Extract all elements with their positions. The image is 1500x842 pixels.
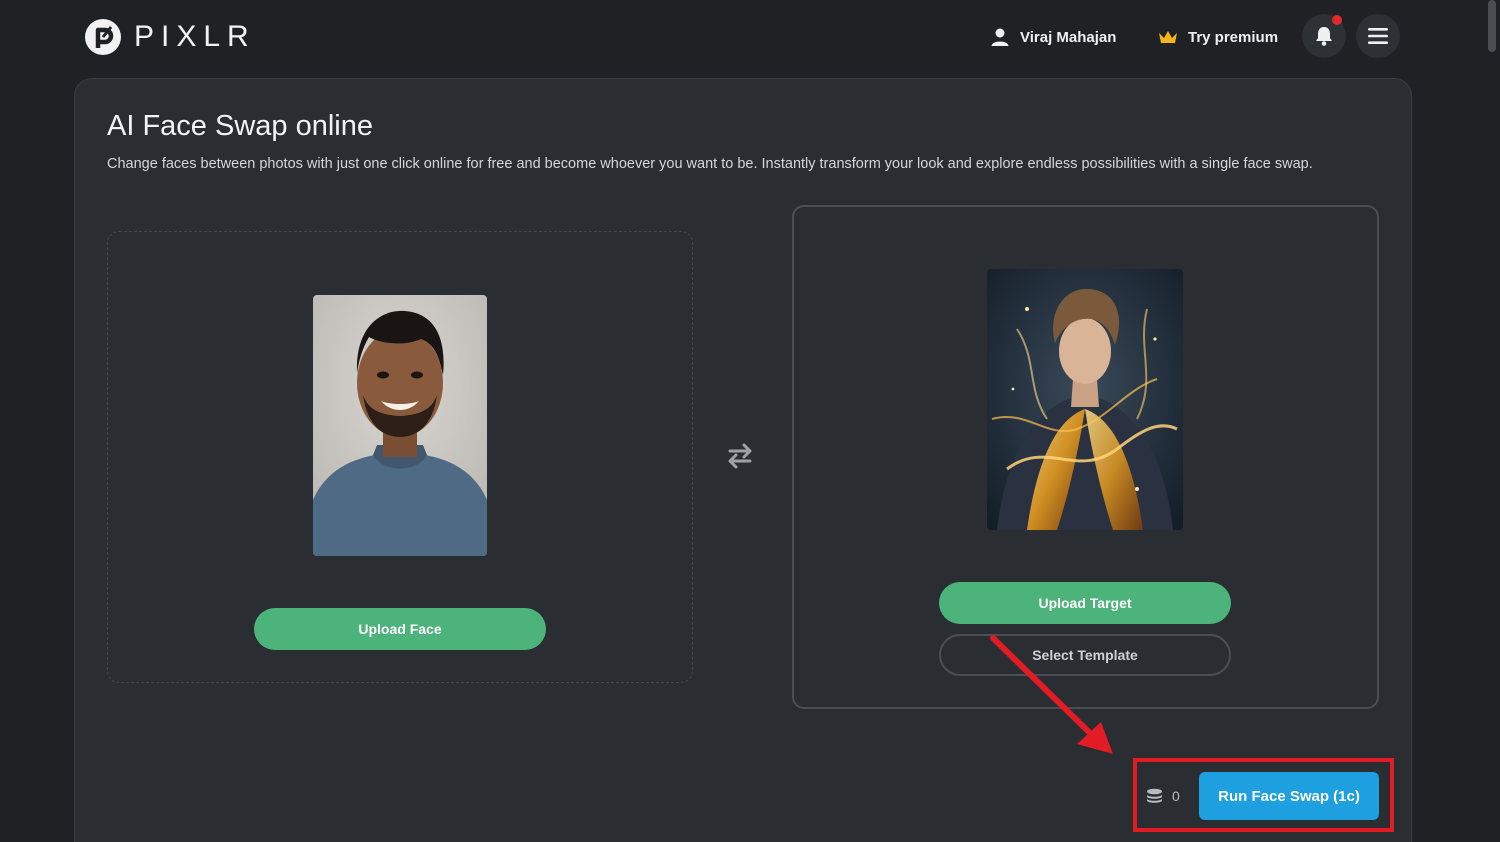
pixlr-logo-icon xyxy=(85,19,121,55)
annotation-arrow-icon xyxy=(990,635,1113,754)
upload-target-button[interactable]: Upload Target xyxy=(939,582,1231,624)
page-description: Change faces between photos with just on… xyxy=(107,156,1313,172)
premium-label: Try premium xyxy=(1188,28,1279,46)
notifications-button[interactable] xyxy=(1302,14,1346,58)
target-photo xyxy=(987,269,1183,530)
bell-icon xyxy=(1316,27,1332,46)
face-photo xyxy=(313,295,487,556)
notification-dot xyxy=(1332,15,1342,25)
pixlr-logo[interactable]: PIXLR xyxy=(84,18,256,56)
page-title: AI Face Swap online xyxy=(107,110,373,142)
top-header: PIXLR Viraj Mahajan Try premium xyxy=(0,0,1500,74)
try-premium-link[interactable]: Try premium xyxy=(1158,24,1278,50)
upload-face-button[interactable]: Upload Face xyxy=(254,608,546,650)
crown-icon xyxy=(1159,31,1177,43)
hamburger-menu-icon xyxy=(1368,28,1388,44)
user-icon xyxy=(991,28,1009,46)
logo-text: PIXLR xyxy=(134,20,256,53)
user-account[interactable]: Viraj Mahajan xyxy=(990,24,1116,50)
menu-button[interactable] xyxy=(1356,14,1400,58)
swap-arrows-icon[interactable] xyxy=(722,438,758,474)
user-name: Viraj Mahajan xyxy=(1020,28,1117,46)
annotation-highlight-box xyxy=(1133,758,1394,832)
scrollbar-thumb[interactable] xyxy=(1488,0,1496,52)
